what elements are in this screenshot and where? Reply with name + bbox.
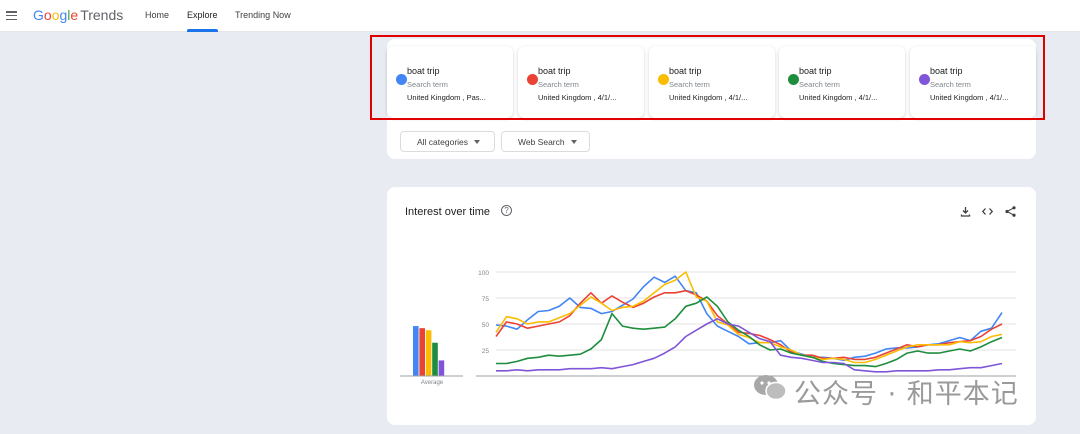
average-label: Average [421, 380, 444, 386]
average-bar [432, 342, 438, 376]
interest-chart: 100 75 50 25 Average [400, 270, 1016, 386]
series-line-3 [495, 271, 1003, 364]
average-bar [438, 360, 445, 376]
watermark: 公众号 · 和平本记 [752, 372, 1018, 410]
average-bar [413, 326, 419, 376]
y-tick-label: 50 [482, 322, 490, 329]
y-tick-label: 100 [478, 270, 489, 277]
average-bar [419, 328, 425, 376]
y-tick-label: 25 [482, 348, 490, 355]
series-line-2 [495, 289, 1003, 361]
y-tick-label: 75 [482, 296, 490, 303]
average-bar [425, 330, 432, 376]
chat-logo-icon [754, 375, 787, 401]
series-line-1 [495, 275, 1003, 362]
